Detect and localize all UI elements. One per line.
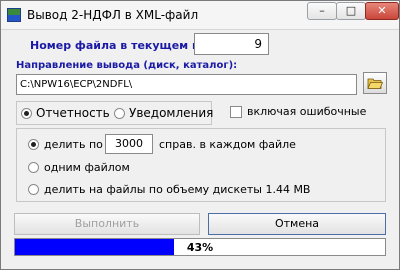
minimize-button[interactable]: – xyxy=(307,2,337,20)
run-button[interactable]: Выполнить xyxy=(14,213,200,235)
close-button[interactable]: ✕ xyxy=(365,2,399,20)
output-dir-label: Направление вывода (диск, каталог): xyxy=(16,60,238,71)
split-by-count-radio[interactable] xyxy=(28,139,39,150)
one-file-radio[interactable] xyxy=(28,162,39,173)
progress-text: 43% xyxy=(186,241,214,254)
one-file-label[interactable]: одним файлом xyxy=(44,161,130,174)
split-count-input[interactable]: 3000 xyxy=(105,134,153,154)
mode-reports-radio[interactable] xyxy=(21,108,32,119)
file-number-input[interactable]: 9 xyxy=(194,33,269,55)
app-icon xyxy=(7,8,21,22)
include-errors-label[interactable]: включая ошибочные xyxy=(247,105,366,118)
progress-bar: 43% xyxy=(14,238,386,256)
split-floppy-label[interactable]: делить на файлы по объему дискеты 1.44 M… xyxy=(44,183,310,196)
folder-open-icon xyxy=(367,78,383,89)
split-by-count-label[interactable]: делить по xyxy=(44,138,103,151)
browse-folder-button[interactable] xyxy=(363,72,387,94)
cancel-button[interactable]: Отмена xyxy=(208,213,386,235)
title-bar: Вывод 2-НДФЛ в XML-файл – □ ✕ xyxy=(1,1,399,30)
mode-selector: Отчетность Уведомления xyxy=(16,101,213,125)
mode-notices-label[interactable]: Уведомления xyxy=(129,106,213,120)
mode-reports-label[interactable]: Отчетность xyxy=(36,106,110,120)
split-floppy-radio[interactable] xyxy=(28,184,39,195)
dialog-window: Вывод 2-НДФЛ в XML-файл – □ ✕ Номер файл… xyxy=(0,0,400,270)
output-dir-input[interactable]: C:\NPW16\ECP\2NDFL\ xyxy=(16,74,357,95)
mode-notices-radio[interactable] xyxy=(114,108,125,119)
include-errors-checkbox[interactable] xyxy=(230,106,242,118)
window-title: Вывод 2-НДФЛ в XML-файл xyxy=(27,8,199,22)
split-count-suffix: справ. в каждом файле xyxy=(159,138,296,151)
maximize-button[interactable]: □ xyxy=(336,2,366,20)
